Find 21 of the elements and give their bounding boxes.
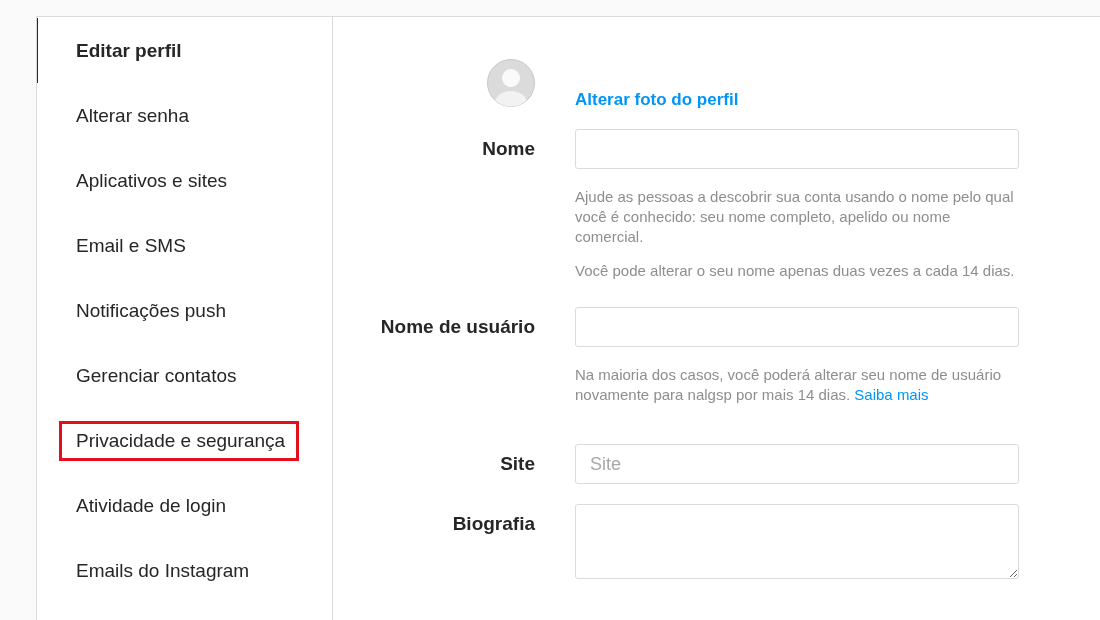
sidebar-item[interactable]: Emails do Instagram [37, 538, 332, 603]
help-text: Você pode alterar o seu nome apenas duas vezes a cada 14 dias. [575, 261, 1016, 281]
sidebar-item[interactable]: Privacidade e segurança [37, 408, 332, 473]
sidebar-item[interactable]: Alterar senha [37, 83, 332, 148]
field-label: Nome de usuário [380, 315, 535, 339]
field-label: Site [500, 452, 535, 476]
input-field[interactable]: Site [575, 444, 1019, 484]
sidebar-item[interactable]: Gerenciar contatos [37, 343, 332, 408]
field-label: Nome [482, 137, 535, 161]
input-field[interactable] [575, 129, 1019, 169]
sidebar-item[interactable]: Editar perfil [37, 18, 332, 83]
field-label: Biografia [452, 512, 535, 536]
input-field[interactable] [575, 307, 1019, 347]
sidebar-item[interactable]: Email e SMS [37, 213, 332, 278]
help-text: Ajude as pessoas a descobrir sua conta usando o nome pelo qual você é conhecido: seu nome completo, apelido ou nome comercial. [575, 187, 1015, 247]
sidebar-item[interactable]: Notificações push [37, 278, 332, 343]
textarea-field[interactable] [575, 504, 1019, 579]
sidebar-item[interactable]: Aplicativos e sites [37, 148, 332, 213]
sidebar-item[interactable]: Atividade de login [37, 473, 332, 538]
help-text: Na maioria dos casos, você poderá alterar seu nome de usuário novamente para nalgsp por mais 14 dias. Saiba mais [575, 365, 1003, 405]
avatar-icon [487, 59, 535, 107]
